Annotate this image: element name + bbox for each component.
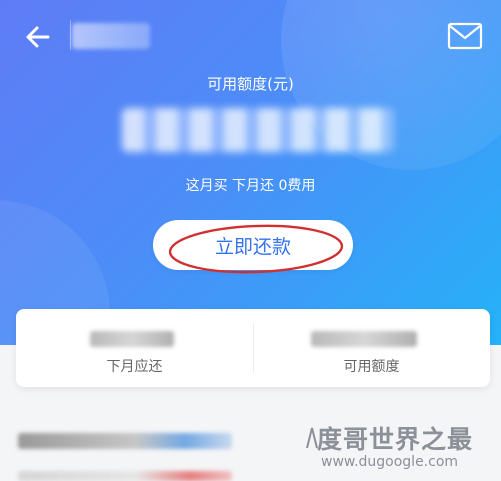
list-item-blurred[interactable] (18, 471, 232, 481)
available-credit-label: 可用额度(元) (207, 75, 294, 93)
header-divider (70, 20, 71, 50)
page-title-blurred (72, 23, 150, 49)
available-credit-amount-blurred (122, 108, 394, 152)
available-credit-column[interactable]: 可用额度 (253, 309, 490, 387)
next-month-due-column[interactable]: 下月应还 (16, 309, 253, 387)
summary-card: 下月应还 可用额度 (16, 309, 490, 387)
promo-text: 这月买 下月还 0费用 (185, 178, 316, 194)
next-month-due-label: 下月应还 (106, 359, 163, 375)
list-item-blurred[interactable] (18, 433, 232, 449)
site-watermark: 度哥世界之最 www.dugoogle.com (305, 420, 501, 476)
arrow-left-icon[interactable] (22, 22, 54, 52)
repay-now-button[interactable]: 立即还款 (153, 220, 353, 270)
repay-now-label: 立即还款 (214, 235, 291, 258)
next-month-due-value-blurred (90, 331, 174, 347)
watermark-url: www.dugoogle.com (321, 454, 459, 470)
mail-icon[interactable] (447, 22, 483, 50)
hero-banner: 可用额度(元) 这月买 下月还 0费用 立即还款 (0, 0, 501, 345)
available-credit-card-label: 可用额度 (343, 359, 400, 375)
watermark-title: 度哥世界之最 (317, 425, 474, 454)
available-credit-value-blurred (311, 331, 417, 347)
